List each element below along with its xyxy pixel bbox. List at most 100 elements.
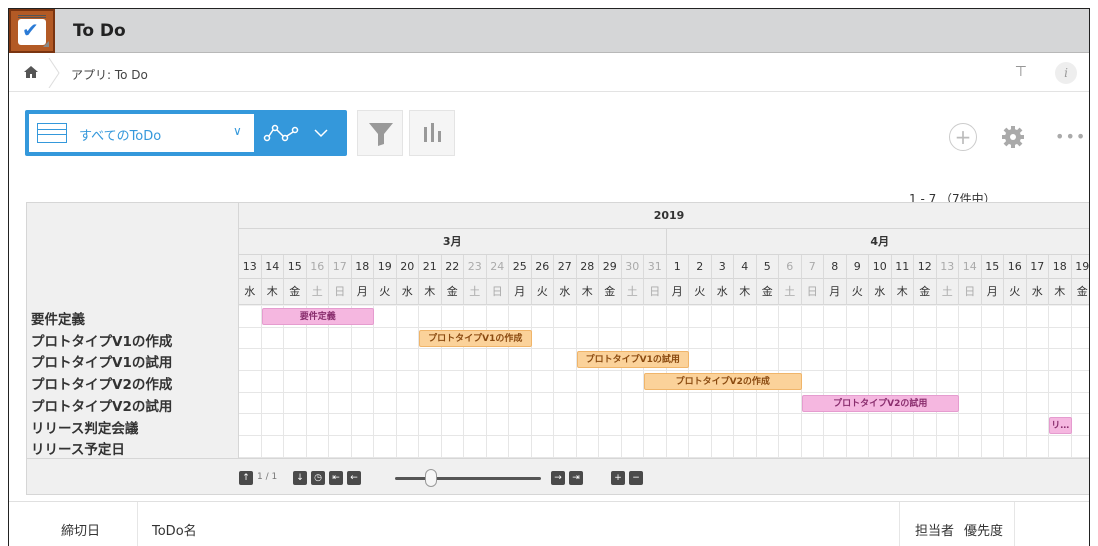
view-dropdown[interactable]: すべてのToDo ∨ (29, 114, 254, 152)
gantt-day: 21 (419, 255, 442, 279)
table-view-icon (37, 123, 67, 143)
checkmark-icon: ✔ (22, 18, 39, 42)
zoom-slider-handle[interactable] (425, 469, 437, 487)
gantt-bar[interactable]: プロトタイプV1の試用 (576, 351, 689, 369)
scroll-left-icon[interactable]: ← (347, 471, 361, 485)
breadcrumb-app-link[interactable]: アプリ: To Do (71, 66, 148, 83)
gantt-task-label[interactable]: プロトタイプV2の試用 (31, 395, 172, 415)
gantt-day: 29 (599, 255, 622, 279)
chevron-right-icon (48, 58, 60, 88)
gantt-weekday: 水 (869, 279, 892, 305)
info-icon[interactable]: i (1055, 62, 1077, 84)
gantt-task-label[interactable]: リリース判定会議 (31, 417, 138, 437)
scroll-far-left-icon[interactable]: ⇤ (329, 471, 343, 485)
gantt-row (239, 415, 1089, 437)
gantt-task-label[interactable]: 要件定義 (31, 308, 85, 328)
clock-icon[interactable]: ◷ (311, 471, 325, 485)
gantt-day: 31 (644, 255, 667, 279)
gantt-weekday: 金 (441, 279, 464, 305)
gantt-day: 27 (554, 255, 577, 279)
view-name: すべてのToDo (79, 129, 162, 144)
gantt-day: 30 (621, 255, 644, 279)
chevron-down-icon (314, 129, 328, 138)
gantt-bar[interactable]: プロトタイプV2の作成 (644, 373, 802, 391)
zoom-slider[interactable] (395, 477, 541, 480)
gantt-day: 6 (779, 255, 802, 279)
gantt-row (239, 328, 1089, 350)
gantt-day: 26 (531, 255, 554, 279)
todo-app-icon[interactable]: ✔ (9, 9, 55, 53)
gantt-weekday: 土 (936, 279, 959, 305)
gantt-bar[interactable]: プロトタイプV1の作成 (419, 329, 532, 347)
gantt-task-label[interactable]: プロトタイプV2の作成 (31, 373, 172, 393)
add-record-button[interactable]: + (949, 123, 977, 151)
gantt-task-label[interactable]: プロトタイプV1の試用 (31, 351, 172, 371)
arrow-down-icon[interactable]: ↓ (293, 471, 307, 485)
gantt-weekday: 火 (689, 279, 712, 305)
gantt-day: 12 (914, 255, 937, 279)
record-list-header: 締切日 ToDo名 担当者 優先度 (9, 501, 1089, 546)
gantt-weekday: 金 (599, 279, 622, 305)
scroll-right-icon[interactable]: → (551, 471, 565, 485)
gear-icon[interactable] (999, 123, 1027, 151)
bar-chart-icon (424, 123, 441, 142)
gantt-weekday: 木 (891, 279, 914, 305)
gantt-weekday: 木 (734, 279, 757, 305)
gantt-row (239, 436, 1089, 458)
column-priority[interactable]: 優先度 (964, 520, 1003, 539)
gantt-day: 16 (306, 255, 329, 279)
scroll-far-right-icon[interactable]: ⇥ (569, 471, 583, 485)
gantt-weekday: 日 (329, 279, 352, 305)
gantt-timeline-header: 2019 3月 4月 13 水 14 木 15 金 16 土 17 日 18 月 19 火 20 水 21 木 22 金 2… (239, 203, 1089, 306)
gantt-body: 要件定義プロトタイプV1の作成プロトタイプV1の試用プロトタイプV2の作成プロト… (239, 306, 1089, 458)
gantt-weekday: 木 (261, 279, 284, 305)
gantt-month: 4月 (666, 229, 1089, 255)
gantt-task-label[interactable]: リリース予定日 (31, 438, 125, 458)
gantt-weekday: 月 (824, 279, 847, 305)
column-deadline[interactable]: 締切日 (61, 520, 100, 539)
home-icon[interactable] (23, 64, 39, 80)
app-title: To Do (73, 21, 126, 41)
gantt-month: 3月 (239, 229, 667, 255)
more-options-icon[interactable]: ••• (1055, 127, 1086, 146)
column-todo-name[interactable]: ToDo名 (152, 520, 197, 539)
gantt-task-label[interactable]: プロトタイプV1の作成 (31, 330, 172, 350)
gantt-day: 11 (891, 255, 914, 279)
gantt-controls: ↑ 1 / 1 ↓ ◷ ⇤ ← → ⇥ + − (27, 458, 1089, 494)
graph-icon (263, 124, 299, 142)
gantt-weekday: 金 (284, 279, 307, 305)
filter-icon (369, 123, 393, 146)
zoom-out-icon[interactable]: − (629, 471, 643, 485)
gantt-day: 9 (846, 255, 869, 279)
app-window: ✔ To Do アプリ: To Do ⊤ i すべてのToDo ∨ + ••• … (8, 8, 1090, 546)
gantt-day: 15 (284, 255, 307, 279)
gantt-bar[interactable]: リ… (1049, 416, 1072, 434)
gantt-day: 19 (1071, 255, 1089, 279)
graph-view-button[interactable] (257, 114, 343, 152)
gantt-row (239, 393, 1089, 415)
gantt-weekday: 月 (509, 279, 532, 305)
gantt-weekday: 日 (801, 279, 824, 305)
gantt-day: 5 (756, 255, 779, 279)
gantt-day: 24 (486, 255, 509, 279)
chevron-down-icon: ∨ (233, 124, 242, 138)
gantt-day: 15 (981, 255, 1004, 279)
gantt-bar[interactable]: 要件定義 (261, 308, 374, 325)
zoom-in-icon[interactable]: + (611, 471, 625, 485)
chart-button[interactable] (409, 110, 455, 156)
gantt-weekday: 木 (1049, 279, 1072, 305)
pin-icon[interactable]: ⊤ (1015, 64, 1027, 80)
breadcrumb: アプリ: To Do ⊤ i (9, 54, 1089, 92)
gantt-day: 16 (1004, 255, 1027, 279)
gantt-day: 1 (666, 255, 689, 279)
arrow-up-icon[interactable]: ↑ (239, 471, 253, 485)
gantt-weekday: 火 (374, 279, 397, 305)
gantt-day: 13 (239, 255, 262, 279)
column-assignee[interactable]: 担当者 (915, 520, 954, 539)
view-selector[interactable]: すべてのToDo ∨ (25, 110, 347, 156)
app-header: ✔ To Do (9, 9, 1089, 53)
filter-button[interactable] (357, 110, 403, 156)
gantt-bar[interactable]: プロトタイプV2の試用 (801, 394, 959, 412)
gantt-day: 2 (689, 255, 712, 279)
gantt-day: 25 (509, 255, 532, 279)
